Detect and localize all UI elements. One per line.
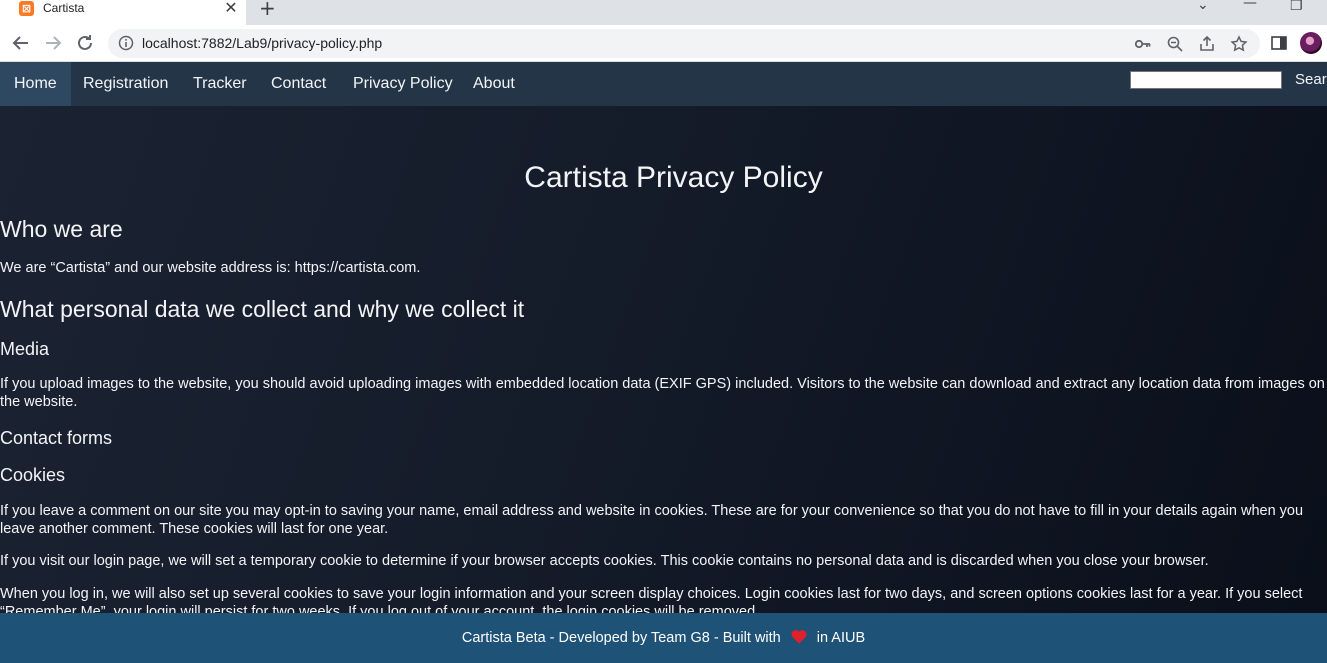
nav-about[interactable]: About xyxy=(473,62,515,106)
who-we-are-text: We are “Cartista” and our website addres… xyxy=(0,260,421,276)
search-input[interactable] xyxy=(1130,71,1282,89)
minimize-window-icon[interactable]: — xyxy=(1243,0,1257,12)
zoom-icon[interactable] xyxy=(1166,35,1184,53)
side-panel-icon[interactable] xyxy=(1270,34,1288,52)
media-text: If you upload images to the website, you… xyxy=(0,376,1325,410)
forward-arrow-icon[interactable] xyxy=(42,32,64,54)
new-tab-icon[interactable]: + xyxy=(259,0,276,19)
browser-tab-strip: ⊠ Cartista ✕ + ⌄ — ❐ xyxy=(0,0,1327,25)
heading-personal-data: What personal data we collect and why we… xyxy=(0,296,525,322)
nav-contact[interactable]: Contact xyxy=(271,62,326,106)
cookies-text-3: When you log in, we will also set up sev… xyxy=(0,586,1303,613)
bookmark-star-icon[interactable] xyxy=(1230,35,1248,53)
site-navbar: Home Registration Tracker Contact Privac… xyxy=(0,62,1327,106)
nav-tracker[interactable]: Tracker xyxy=(193,62,247,106)
heading-cookies: Cookies xyxy=(0,465,66,485)
profile-avatar[interactable] xyxy=(1300,32,1322,54)
cookies-text-1: If you leave a comment on our site you m… xyxy=(0,503,1304,537)
nav-registration[interactable]: Registration xyxy=(83,62,168,106)
search-button[interactable]: Searc xyxy=(1295,71,1327,89)
back-arrow-icon[interactable] xyxy=(10,32,32,54)
privacy-policy-content: Cartista Privacy Policy Who we are We ar… xyxy=(0,106,1327,613)
url-text: localhost:7882/Lab9/privacy-policy.php xyxy=(142,35,383,51)
heading-contact-forms: Contact forms xyxy=(0,428,113,448)
key-icon[interactable] xyxy=(1134,35,1152,53)
nav-home[interactable]: Home xyxy=(0,62,71,106)
heading-who-we-are: Who we are xyxy=(0,216,123,242)
cookies-text-2: If you visit our login page, we will set… xyxy=(0,553,1209,569)
site-info-icon[interactable] xyxy=(118,35,134,51)
browser-toolbar: localhost:7882/Lab9/privacy-policy.php xyxy=(0,25,1327,62)
tab-close-icon[interactable]: ✕ xyxy=(223,0,239,17)
xampp-favicon-icon: ⊠ xyxy=(19,1,34,16)
heading-media: Media xyxy=(0,339,50,359)
footer-text-before: Cartista Beta - Developed by Team G8 - B… xyxy=(461,630,781,646)
restore-window-icon[interactable]: ❐ xyxy=(1290,0,1303,15)
share-icon[interactable] xyxy=(1198,35,1216,53)
tab-search-chevron-icon[interactable]: ⌄ xyxy=(1197,0,1209,14)
reload-icon[interactable] xyxy=(74,32,96,54)
tab-title: Cartista xyxy=(43,1,85,15)
browser-tab[interactable]: ⊠ Cartista ✕ xyxy=(0,0,246,25)
nav-privacy-policy[interactable]: Privacy Policy xyxy=(353,62,453,106)
heart-icon xyxy=(791,615,807,663)
site-footer: Cartista Beta - Developed by Team G8 - B… xyxy=(0,613,1327,663)
footer-text-after: in AIUB xyxy=(816,630,866,646)
address-bar[interactable]: localhost:7882/Lab9/privacy-policy.php xyxy=(108,29,1260,58)
page-title: Cartista Privacy Policy xyxy=(524,161,823,194)
